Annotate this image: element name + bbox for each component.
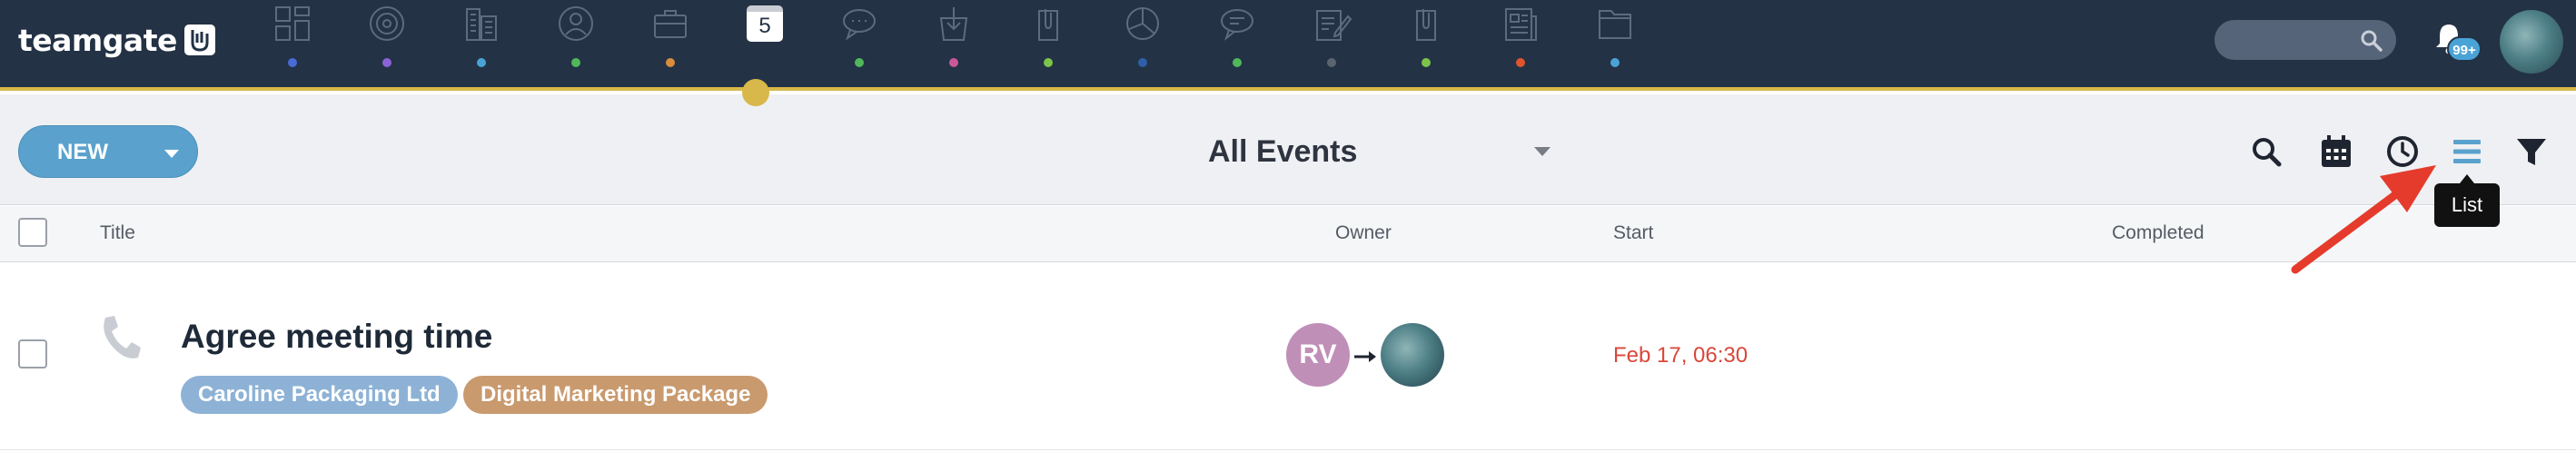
nav-files[interactable] <box>1568 0 1662 87</box>
company-tag[interactable]: Caroline Packaging Ltd <box>181 376 458 414</box>
note-edit-icon <box>1316 10 1352 41</box>
nav-dot <box>1138 58 1147 67</box>
filter-icon[interactable] <box>2512 133 2551 171</box>
calendar-icon[interactable] <box>2317 133 2355 171</box>
nav-documents[interactable] <box>1001 0 1095 87</box>
column-header-owner[interactable]: Owner <box>1335 222 1392 244</box>
phone-icon <box>104 316 141 359</box>
logo-text: teamgate <box>18 22 177 58</box>
user-avatar[interactable] <box>2500 10 2563 74</box>
nav-dot <box>477 58 486 67</box>
nav-leads[interactable] <box>907 0 1001 87</box>
nav-attachments[interactable] <box>1379 0 1473 87</box>
chat-icon <box>843 9 876 41</box>
list-icon[interactable] <box>2448 133 2486 171</box>
chevron-down-icon[interactable] <box>1534 147 1551 156</box>
nav-dot <box>1044 58 1053 67</box>
nav-dot <box>1610 58 1620 67</box>
buildings-icon <box>466 8 497 41</box>
nav-dot <box>1516 58 1525 67</box>
list-tooltip: List <box>2434 174 2500 227</box>
nav-deals[interactable] <box>623 0 718 87</box>
top-navbar: teamgate 5 99+ <box>0 0 2576 91</box>
nav-companies[interactable] <box>434 0 529 87</box>
logo-mark-icon <box>183 25 215 55</box>
nav-dot <box>949 58 958 67</box>
table-row[interactable]: Agree meeting time Caroline Packaging Lt… <box>0 263 2576 450</box>
clock-icon[interactable] <box>2383 133 2422 171</box>
calendar-icon: 5 <box>747 5 783 42</box>
dashboard-icon <box>275 6 310 41</box>
owner-avatar[interactable]: RV <box>1286 323 1350 387</box>
nav-news[interactable] <box>1473 0 1568 87</box>
nav-dot <box>1233 58 1242 67</box>
attachment-icon <box>1416 9 1436 41</box>
folder-icon <box>1599 10 1631 39</box>
nav-chat[interactable] <box>812 0 907 87</box>
event-title-link[interactable]: Agree meeting time <box>181 318 492 356</box>
nav-reports[interactable] <box>1095 0 1190 87</box>
nav-dot <box>855 58 864 67</box>
select-all-checkbox[interactable] <box>18 218 47 247</box>
assignee-avatar[interactable] <box>1381 323 1444 387</box>
row-checkbox[interactable] <box>18 339 47 368</box>
nav-notes[interactable] <box>1284 0 1379 87</box>
nav-dot <box>1422 58 1431 67</box>
search-icon <box>2361 30 2383 52</box>
view-selector[interactable]: All Events <box>1208 134 1357 170</box>
search-icon[interactable] <box>2247 133 2285 171</box>
nav-dot <box>288 58 297 67</box>
download-bag-icon <box>939 7 968 41</box>
nav-dot <box>1327 58 1336 67</box>
briefcase-icon <box>654 10 687 38</box>
global-search-input[interactable] <box>2214 20 2396 60</box>
pie-chart-icon <box>1126 7 1159 40</box>
notifications-badge: 99+ <box>2447 36 2482 62</box>
teamgate-logo[interactable]: teamgate <box>18 22 215 58</box>
chevron-down-icon[interactable] <box>164 150 179 158</box>
product-tag[interactable]: Digital Marketing Package <box>463 376 768 414</box>
nav-events[interactable]: 5 <box>718 0 812 87</box>
nav-comments[interactable] <box>1190 0 1284 87</box>
nav-goals[interactable] <box>340 0 434 87</box>
person-icon <box>559 6 593 41</box>
column-header-title[interactable]: Title <box>100 222 135 244</box>
table-header: Title Owner Start Completed <box>0 206 2576 262</box>
nav-contacts[interactable] <box>529 0 623 87</box>
new-button[interactable]: NEW <box>18 125 198 178</box>
clip-icon <box>1038 9 1058 41</box>
new-button-label: NEW <box>57 140 108 164</box>
nav-dot <box>571 58 580 67</box>
nav-dashboard[interactable] <box>245 0 340 87</box>
arrow-right-icon <box>1354 351 1376 362</box>
active-module-indicator <box>742 79 769 106</box>
nav-dot <box>666 58 675 67</box>
nav-dot <box>382 58 391 67</box>
events-toolbar: NEW All Events <box>0 94 2576 205</box>
newspaper-icon <box>1505 8 1537 41</box>
target-icon <box>370 6 404 41</box>
start-datetime: Feb 17, 06:30 <box>1613 343 1749 368</box>
column-header-completed[interactable]: Completed <box>2112 222 2204 244</box>
column-header-start[interactable]: Start <box>1613 222 1653 244</box>
comments-icon <box>1221 9 1253 41</box>
